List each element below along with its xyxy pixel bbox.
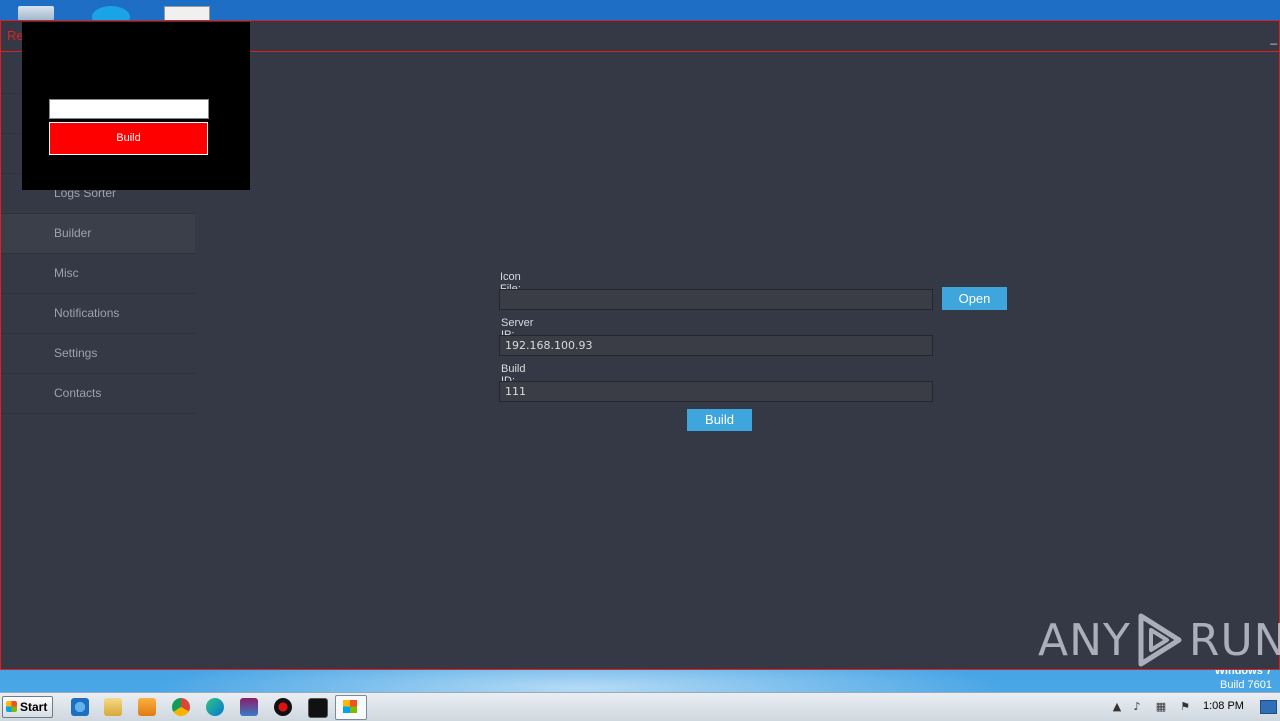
build-id-input[interactable]: 111: [499, 381, 933, 402]
internet-explorer-icon[interactable]: [71, 698, 89, 716]
anyrun-watermark: ANY RUN: [1038, 608, 1280, 672]
taskbar-clock[interactable]: 1:08 PM: [1203, 700, 1244, 712]
play-logo-icon: [1138, 613, 1182, 667]
network-icon[interactable]: ▦: [1154, 700, 1168, 714]
start-button[interactable]: Start: [2, 696, 53, 718]
popup-input[interactable]: [49, 99, 209, 119]
show-desktop-icon[interactable]: [1260, 700, 1277, 714]
start-label: Start: [20, 700, 48, 714]
sidebar-item-contacts[interactable]: Contacts: [1, 374, 195, 414]
tray-expand-icon[interactable]: ▲: [1110, 700, 1124, 714]
file-explorer-icon[interactable]: [104, 698, 122, 716]
volume-icon[interactable]: ♪: [1130, 700, 1144, 714]
chrome-icon[interactable]: [172, 698, 190, 716]
active-app-icon: [343, 700, 357, 713]
watermark-right-text: RUN: [1188, 614, 1280, 666]
red-circle-app-icon[interactable]: [274, 698, 292, 716]
popup-build-button[interactable]: Build: [49, 122, 208, 155]
sidebar-item-misc[interactable]: Misc: [1, 254, 195, 294]
taskbar: Start ▲ ♪ ▦ ⚑ 1:08 PM: [0, 692, 1280, 721]
sidebar-item-builder[interactable]: Builder: [1, 214, 195, 254]
minimize-button[interactable]: _: [1270, 31, 1277, 45]
action-center-flag-icon[interactable]: ⚑: [1178, 700, 1192, 714]
watermark-left-text: ANY: [1038, 614, 1131, 666]
icon-file-input[interactable]: [499, 289, 933, 310]
active-app-taskbar-button[interactable]: [335, 695, 367, 720]
windows-build-label: Build 7601: [1220, 679, 1272, 691]
open-button[interactable]: Open: [942, 287, 1007, 310]
winrar-icon[interactable]: [240, 698, 258, 716]
command-prompt-icon[interactable]: [308, 698, 328, 718]
windows-logo-icon: [6, 701, 17, 712]
build-button[interactable]: Build: [687, 409, 752, 431]
edge-icon[interactable]: [206, 698, 224, 716]
media-player-icon[interactable]: [138, 698, 156, 716]
popup-window: Build: [22, 22, 250, 190]
sidebar-item-settings[interactable]: Settings: [1, 334, 195, 374]
sidebar-item-notifications[interactable]: Notifications: [1, 294, 195, 334]
server-ip-input[interactable]: 192.168.100.93: [499, 335, 933, 356]
